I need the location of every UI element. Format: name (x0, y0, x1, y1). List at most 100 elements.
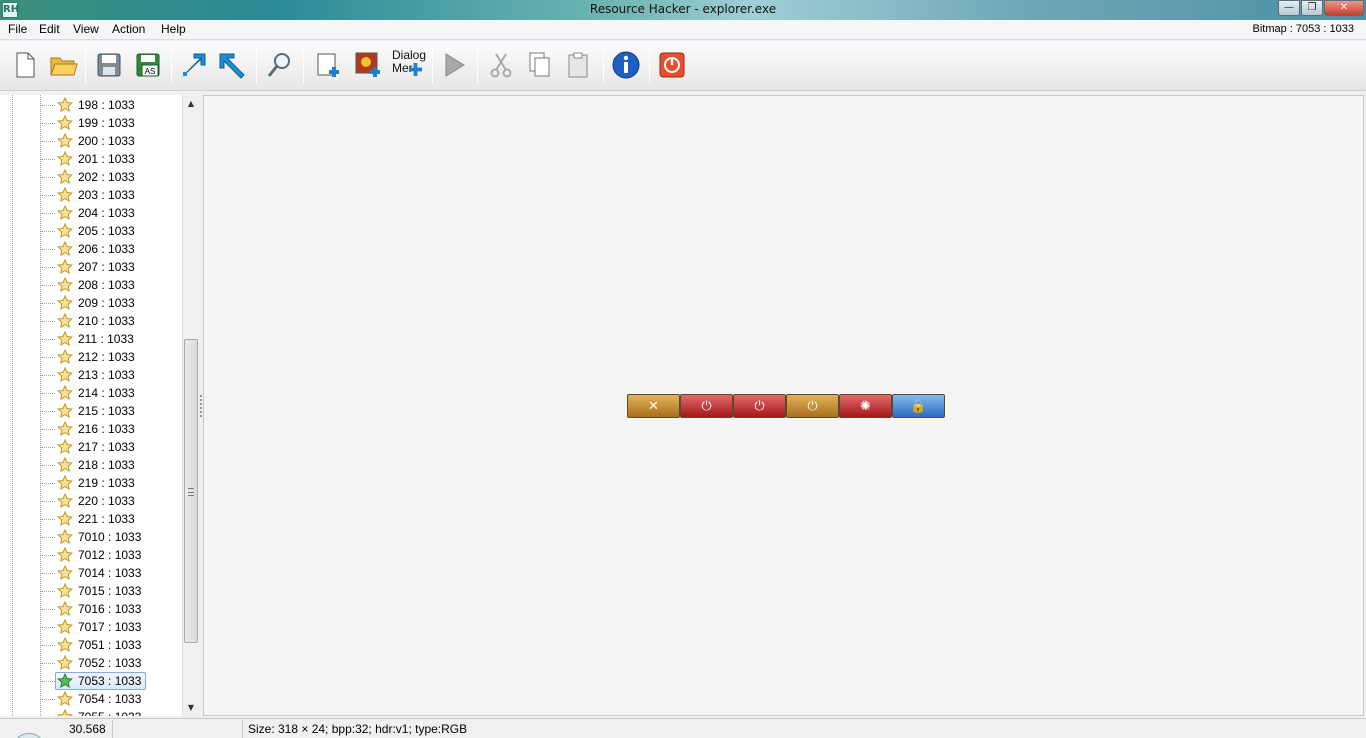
scroll-down-button[interactable]: ▼ (183, 699, 199, 716)
restart-spinner-icon: ✺ (839, 394, 892, 418)
star-icon (57, 439, 73, 454)
tree-item[interactable]: 218 : 1033 (0, 456, 182, 474)
tree-item-label: 7016 : 1033 (78, 602, 142, 616)
tree-item[interactable]: 198 : 1033 (0, 96, 182, 114)
star-icon (57, 673, 73, 688)
find-button[interactable] (262, 48, 296, 82)
tree-item[interactable]: 7051 : 1033 (0, 636, 182, 654)
star-icon (57, 277, 73, 292)
close-button[interactable]: ✕ (1324, 0, 1364, 16)
dialog-menu-icon (409, 63, 422, 76)
star-icon (57, 601, 73, 616)
star-icon (57, 223, 73, 238)
new-file-button[interactable] (8, 48, 42, 82)
tree-item[interactable]: 209 : 1033 (0, 294, 182, 312)
copy-button[interactable] (522, 48, 556, 82)
tree-item[interactable]: 203 : 1033 (0, 186, 182, 204)
tree-item[interactable]: 205 : 1033 (0, 222, 182, 240)
tree-item[interactable]: 199 : 1033 (0, 114, 182, 132)
save-as-button[interactable]: AS (131, 48, 165, 82)
tree-item-label: 199 : 1033 (78, 116, 135, 130)
tree-item[interactable]: 208 : 1033 (0, 276, 182, 294)
compile-button[interactable] (437, 48, 471, 82)
save-icon (97, 53, 121, 77)
restore-button[interactable]: ❐ (1301, 0, 1323, 16)
tree-item[interactable]: 7015 : 1033 (0, 582, 182, 600)
tree-item[interactable]: 7014 : 1033 (0, 564, 182, 582)
tree-item-label: 217 : 1033 (78, 440, 135, 454)
tree-item-label: 215 : 1033 (78, 404, 135, 418)
exit-button[interactable] (655, 48, 689, 82)
tree-item[interactable]: 219 : 1033 (0, 474, 182, 492)
tree-item[interactable]: 215 : 1033 (0, 402, 182, 420)
dialog-menu-button[interactable]: Dialog Mer (392, 49, 426, 76)
tree-item[interactable]: 211 : 1033 (0, 330, 182, 348)
tree-item[interactable]: 207 : 1033 (0, 258, 182, 276)
tree-item[interactable]: 201 : 1033 (0, 150, 182, 168)
new-file-icon (16, 52, 35, 78)
tree-item-label: 221 : 1033 (78, 512, 135, 526)
tree-item[interactable]: 220 : 1033 (0, 492, 182, 510)
save-button[interactable] (92, 48, 126, 82)
back-button[interactable] (177, 48, 211, 82)
tree-item[interactable]: 200 : 1033 (0, 132, 182, 150)
tree-item[interactable]: 202 : 1033 (0, 168, 182, 186)
scroll-thumb[interactable] (184, 339, 198, 643)
tree-scrollbar[interactable]: ▲ ▼ (182, 95, 199, 716)
tree-item[interactable]: 7016 : 1033 (0, 600, 182, 618)
menu-view[interactable]: View (73, 22, 99, 36)
scroll-up-button[interactable]: ▲ (183, 95, 199, 112)
cut-button[interactable] (484, 48, 518, 82)
star-icon (57, 133, 73, 148)
tree-item[interactable]: 217 : 1033 (0, 438, 182, 456)
resource-tree[interactable]: 198 : 1033 199 : 1033 200 : 1033 201 : 1033… (0, 95, 199, 716)
minimize-button[interactable]: — (1278, 0, 1300, 16)
about-button[interactable] (609, 48, 643, 82)
status-bar: 30.568 Size: 318 × 24; bpp:32; hdr:v1; t… (0, 718, 1366, 738)
tree-item[interactable]: 7010 : 1033 (0, 528, 182, 546)
menu-file[interactable]: File (8, 22, 27, 36)
tree-item[interactable]: 7012 : 1033 (0, 546, 182, 564)
star-icon (57, 187, 73, 202)
tree-item[interactable]: 7052 : 1033 (0, 654, 182, 672)
menu-action[interactable]: Action (112, 22, 145, 36)
status-coordinate: 30.568 (69, 722, 106, 736)
tree-item-label: 205 : 1033 (78, 224, 135, 238)
tree-item[interactable]: 7054 : 1033 (0, 690, 182, 708)
tree-item[interactable]: 7055 : 1033 (0, 708, 182, 716)
tree-item-label: 220 : 1033 (78, 494, 135, 508)
add-image-resource-button[interactable] (351, 48, 385, 82)
star-icon (57, 241, 73, 256)
tree-item[interactable]: 210 : 1033 (0, 312, 182, 330)
tree-item-label: 210 : 1033 (78, 314, 135, 328)
back-arrow-icon (182, 53, 206, 77)
tree-item-label: 198 : 1033 (78, 98, 135, 112)
paste-button[interactable] (561, 48, 595, 82)
tree-item[interactable]: 213 : 1033 (0, 366, 182, 384)
tree-item-label: 214 : 1033 (78, 386, 135, 400)
tree-item-label: 200 : 1033 (78, 134, 135, 148)
bitmap-preview: ✕ ⏻ ⏻ ⏻ ✺ 🔒 (627, 394, 945, 418)
tree-item[interactable]: 7017 : 1033 (0, 618, 182, 636)
tree-item[interactable]: 216 : 1033 (0, 420, 182, 438)
menu-help[interactable]: Help (161, 22, 186, 36)
menu-edit[interactable]: Edit (39, 22, 60, 36)
tree-item[interactable]: 204 : 1033 (0, 204, 182, 222)
add-resource-icon (317, 53, 339, 77)
tree-item[interactable]: 214 : 1033 (0, 384, 182, 402)
open-button[interactable] (46, 48, 80, 82)
tree-item-selected[interactable]: 7053 : 1033 (0, 672, 182, 690)
status-coordinate-cell: 30.568 (0, 720, 113, 738)
forward-button[interactable] (216, 48, 250, 82)
tree-item-label: 212 : 1033 (78, 350, 135, 364)
add-resource-button[interactable] (311, 48, 345, 82)
tree-item-label: 7015 : 1033 (78, 584, 142, 598)
tree-item-label: 218 : 1033 (78, 458, 135, 472)
tree-item-label: 213 : 1033 (78, 368, 135, 382)
tree-item[interactable]: 206 : 1033 (0, 240, 182, 258)
star-icon (57, 475, 73, 490)
tree-item[interactable]: 212 : 1033 (0, 348, 182, 366)
star-icon (57, 349, 73, 364)
tree-item[interactable]: 221 : 1033 (0, 510, 182, 528)
menu-bar: File Edit View Action Help Bitmap : 7053… (0, 20, 1366, 40)
